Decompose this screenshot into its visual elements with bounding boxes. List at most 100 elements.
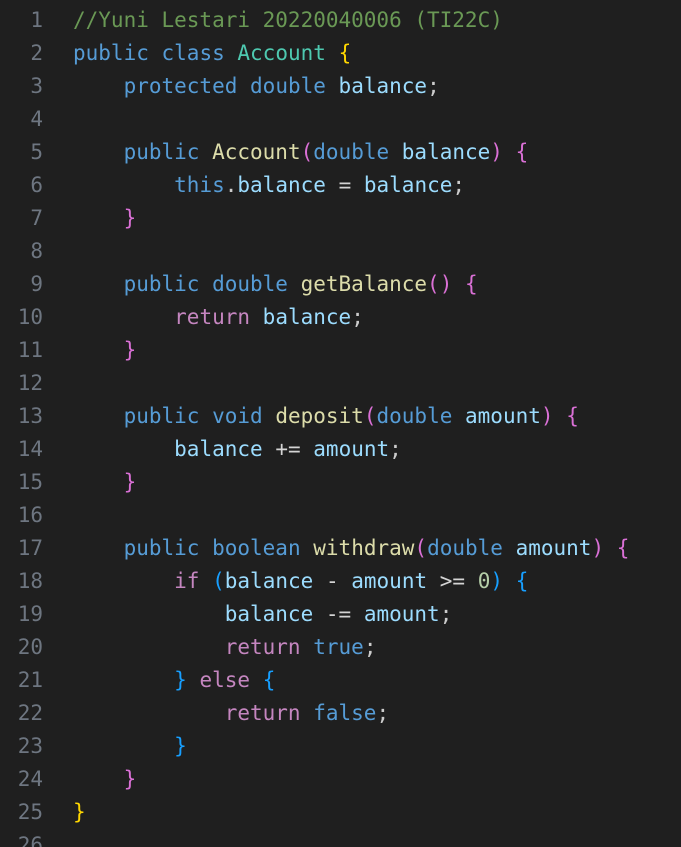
- code-text[interactable]: }: [73, 334, 137, 367]
- line-number: 5: [30, 140, 43, 164]
- code-text[interactable]: public class Account {: [73, 37, 351, 70]
- line-number: 13: [17, 404, 43, 428]
- code-line[interactable]: 23 }: [0, 730, 681, 763]
- code-control-keyword: return: [174, 305, 251, 329]
- code-keyword: public: [73, 41, 149, 65]
- code-bracket: }: [174, 734, 187, 758]
- code-variable: balance: [224, 569, 314, 593]
- code-line[interactable]: 13 public void deposit(double amount) {: [0, 400, 681, 433]
- code-line[interactable]: 24 }: [0, 763, 681, 796]
- code-line[interactable]: 16: [0, 499, 681, 532]
- code-text[interactable]: } else {: [73, 664, 275, 697]
- code-operator: -=: [325, 602, 352, 626]
- code-line[interactable]: 11 }: [0, 334, 681, 367]
- code-operator: >=: [439, 569, 466, 593]
- code-keyword: double: [427, 536, 503, 560]
- code-variable: amount: [465, 404, 541, 428]
- code-line[interactable]: 3 protected double balance;: [0, 70, 681, 103]
- code-line[interactable]: 18 if (balance - amount >= 0) {: [0, 565, 681, 598]
- code-text[interactable]: }: [73, 466, 137, 499]
- code-text[interactable]: balance += amount;: [73, 433, 402, 466]
- code-text[interactable]: //Yuni Lestari 20220040006 (TI22C): [73, 4, 503, 37]
- code-editor[interactable]: 1 //Yuni Lestari 20220040006 (TI22C) 2 publ…: [0, 0, 681, 847]
- code-line[interactable]: 19 balance -= amount;: [0, 598, 681, 631]
- code-punctuation: ;: [452, 173, 466, 197]
- code-line[interactable]: 2 public class Account {: [0, 37, 681, 70]
- code-text[interactable]: return true;: [73, 631, 377, 664]
- code-text[interactable]: balance -= amount;: [73, 598, 453, 631]
- line-number: 23: [17, 734, 43, 758]
- line-number: 6: [30, 173, 43, 197]
- code-keyword: public: [123, 140, 200, 164]
- code-text[interactable]: this.balance = balance;: [73, 169, 465, 202]
- code-bracket: }: [174, 668, 187, 692]
- code-bracket: ): [540, 404, 554, 428]
- code-text[interactable]: if (balance - amount >= 0) {: [73, 565, 528, 598]
- line-number: 1: [30, 8, 43, 32]
- code-control-keyword: if: [174, 569, 200, 593]
- code-keyword: double: [250, 74, 326, 98]
- code-line[interactable]: 9 public double getBalance() {: [0, 268, 681, 301]
- code-keyword: double: [212, 272, 288, 296]
- code-punctuation: ;: [351, 305, 364, 329]
- code-operator: +=: [275, 437, 301, 461]
- code-text[interactable]: public double getBalance() {: [73, 268, 478, 301]
- code-bracket: }: [123, 206, 137, 230]
- code-line[interactable]: 1 //Yuni Lestari 20220040006 (TI22C): [0, 4, 681, 37]
- code-text[interactable]: public Account(double balance) {: [73, 136, 529, 169]
- code-line[interactable]: 14 balance += amount;: [0, 433, 681, 466]
- line-number: 3: [30, 74, 43, 98]
- code-line[interactable]: 17 public boolean withdraw(double amount…: [0, 532, 681, 565]
- code-keyword: this: [174, 173, 225, 197]
- code-line[interactable]: 10 return balance;: [0, 301, 681, 334]
- code-text[interactable]: }: [73, 796, 86, 829]
- code-punctuation: ;: [439, 602, 453, 626]
- code-line[interactable]: 21 } else {: [0, 664, 681, 697]
- code-line[interactable]: 25}: [0, 796, 681, 829]
- code-bracket: ): [490, 140, 503, 164]
- code-line[interactable]: 8: [0, 235, 681, 268]
- code-line[interactable]: 4: [0, 103, 681, 136]
- code-variable: amount: [351, 569, 428, 593]
- code-text[interactable]: protected double balance;: [73, 70, 440, 103]
- code-line[interactable]: 15 }: [0, 466, 681, 499]
- line-number: 19: [17, 602, 43, 626]
- code-line[interactable]: 6 this.balance = balance;: [0, 169, 681, 202]
- code-bracket: {: [515, 569, 529, 593]
- code-text[interactable]: return balance;: [73, 301, 364, 334]
- code-bracket: }: [73, 800, 86, 824]
- code-line[interactable]: 26: [0, 829, 681, 847]
- code-text[interactable]: public boolean withdraw(double amount) {: [73, 532, 630, 565]
- code-line[interactable]: 12: [0, 367, 681, 400]
- code-comment: //Yuni Lestari 20220040006 (TI22C): [73, 8, 503, 32]
- code-text[interactable]: }: [73, 730, 187, 763]
- code-text[interactable]: public void deposit(double amount) {: [73, 400, 579, 433]
- code-text[interactable]: }: [73, 202, 137, 235]
- code-text[interactable]: }: [73, 763, 137, 796]
- code-line[interactable]: 5 public Account(double balance) {: [0, 136, 681, 169]
- code-line[interactable]: 22 return false;: [0, 697, 681, 730]
- code-line[interactable]: 7 }: [0, 202, 681, 235]
- code-text[interactable]: return false;: [73, 697, 389, 730]
- code-bracket: {: [566, 404, 579, 428]
- code-line[interactable]: 20 return true;: [0, 631, 681, 664]
- code-punctuation: ;: [376, 701, 390, 725]
